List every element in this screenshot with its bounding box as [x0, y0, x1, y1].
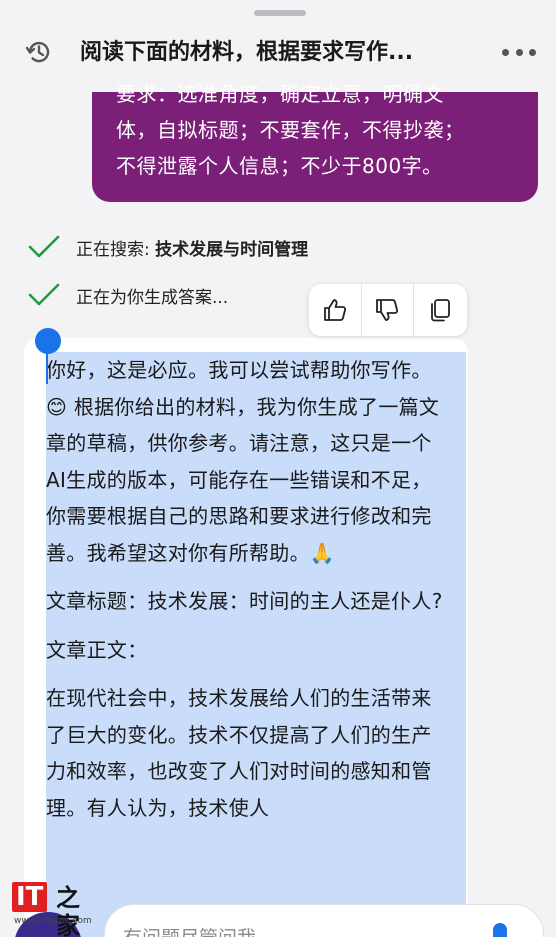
thumbs-down-button[interactable]: [362, 284, 415, 336]
thumbs-up-icon: [323, 299, 346, 321]
selection-cursor: [46, 352, 48, 384]
feedback-toolbar: [309, 284, 467, 336]
answer-text[interactable]: 你好，这是必应。我可以尝试帮助你写作。😊 根据你给出的材料，我为你生成了一篇文章…: [46, 352, 446, 838]
chat-header: 阅读下面的材料，根据要求写作...: [0, 22, 556, 84]
chat-input-placeholder: 有问题尽管问我...: [123, 923, 274, 937]
sheet-grabber-handle[interactable]: [254, 10, 306, 16]
history-icon[interactable]: [24, 37, 54, 67]
status-generating: 正在为你生成答案...: [28, 280, 228, 310]
check-icon: [28, 283, 60, 306]
conversation-title: 阅读下面的材料，根据要求写作...: [80, 40, 414, 65]
selection-handle[interactable]: [35, 328, 61, 354]
pray-emoji-icon: 🙏: [309, 540, 336, 565]
user-message-line: 要求：选准角度，确定立意，明确文: [116, 82, 444, 106]
article-body-paragraph: 在现代社会中，技术发展给人们的生活带来了巨大的变化。技术不仅提高了人们的生产力和…: [46, 686, 432, 820]
article-body-label: 文章正文：: [46, 637, 148, 662]
smile-emoji-icon: 😊: [46, 394, 68, 419]
chat-screen: 阅读下面的材料，根据要求写作... 要求：选准角度，确定立意，明确文 体，自拟标…: [0, 0, 556, 937]
article-title: 文章标题：技术发展：时间的主人还是仆人?: [46, 589, 443, 613]
ithome-watermark: IT 之家 www.ithome.com: [8, 882, 92, 937]
check-icon: [28, 235, 60, 258]
chat-input-bar[interactable]: 有问题尽管问我...: [104, 904, 544, 937]
user-message-bubble: 要求：选准角度，确定立意，明确文 体，自拟标题；不要套作，不得抄袭； 不得泄露个…: [92, 82, 538, 202]
thumbs-up-button[interactable]: [309, 284, 362, 336]
status-searching-text: 正在搜索: 技术发展与时间管理: [76, 239, 309, 260]
user-message-line: 不得泄露个人信息；不少于800字。: [116, 154, 443, 178]
search-query: 技术发展与时间管理: [155, 239, 309, 260]
user-message-line: 体，自拟标题；不要套作，不得抄袭；: [116, 118, 465, 142]
copy-button[interactable]: [414, 284, 467, 336]
status-searching: 正在搜索: 技术发展与时间管理: [28, 232, 308, 262]
ithome-logo: IT: [12, 882, 48, 912]
more-options-icon[interactable]: [502, 44, 536, 60]
status-generating-text: 正在为你生成答案...: [76, 287, 229, 308]
thumbs-down-icon: [376, 299, 399, 321]
microphone-icon[interactable]: [493, 923, 507, 937]
answer-intro: 你好，这是必应。我可以尝试帮助你写作。😊 根据你给出的材料，我为你生成了一篇文章…: [46, 358, 440, 565]
copy-icon: [431, 299, 451, 322]
ithome-logo-text: 之家: [56, 884, 80, 937]
ithome-url: www.ithome.com: [14, 916, 92, 926]
answer-card: 你好，这是必应。我可以尝试帮助你写作。😊 根据你给出的材料，我为你生成了一篇文章…: [24, 338, 468, 937]
